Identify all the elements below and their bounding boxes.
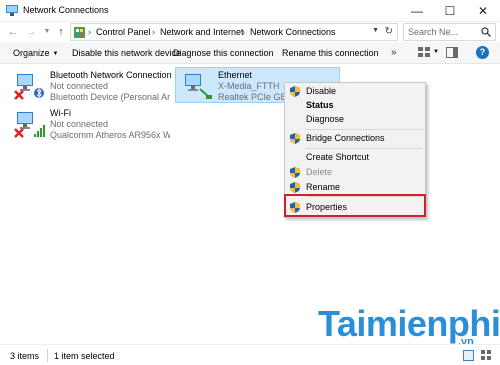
more-commands-button[interactable]: » — [391, 47, 397, 58]
ethernet-network-icon — [185, 74, 212, 99]
search-input[interactable]: Search Ne... — [403, 23, 496, 41]
connection-name: Ethernet — [218, 70, 253, 80]
control-panel-icon — [74, 27, 85, 38]
connection-name: Bluetooth Network Connection — [50, 70, 172, 80]
uac-shield-icon — [290, 167, 300, 178]
organize-label: Organize — [13, 48, 50, 58]
search-icon — [481, 27, 491, 37]
connection-item-bluetooth[interactable]: Bluetooth Network Connection Not connect… — [8, 68, 173, 104]
preview-pane-icon[interactable] — [446, 47, 458, 58]
help-icon[interactable]: ? — [476, 46, 489, 59]
search-placeholder: Search Ne... — [408, 27, 459, 37]
menu-item-rename[interactable]: Rename — [285, 180, 425, 195]
chevron-down-icon: ▼ — [52, 51, 59, 57]
breadcrumb-control-panel[interactable]: Control Panel — [96, 27, 151, 37]
breadcrumb-separator: › — [88, 27, 91, 37]
connection-name: Wi-Fi — [50, 108, 71, 118]
breadcrumb-network-connections[interactable]: Network Connections — [250, 27, 336, 37]
recent-locations-chevron-icon[interactable]: ▼ — [40, 25, 54, 39]
menu-item-disable[interactable]: Disable — [285, 84, 425, 99]
change-view-icon[interactable] — [418, 47, 430, 58]
connection-device: Bluetooth Device (Personal Area ... — [50, 92, 170, 102]
uac-shield-icon — [290, 182, 300, 193]
forward-arrow-icon[interactable]: → — [24, 25, 38, 39]
menu-item-label: Delete — [306, 167, 333, 177]
large-icons-view-icon[interactable] — [481, 350, 492, 361]
wifi-network-icon — [14, 112, 45, 138]
menu-item-label: Rename — [306, 182, 341, 192]
breadcrumb-network-and-internet[interactable]: Network and Internet — [160, 27, 244, 37]
rename-connection-button[interactable]: Rename this connection — [282, 48, 379, 58]
menu-item-status[interactable]: Status — [285, 98, 425, 113]
up-arrow-icon[interactable]: ↑ — [54, 25, 68, 39]
command-bar: Organize ▼ Disable this network device Di… — [0, 42, 500, 64]
diagnose-connection-button[interactable]: Diagnose this connection — [173, 48, 274, 58]
status-bar: 3 items 1 item selected — [0, 344, 500, 365]
bluetooth-network-icon — [14, 74, 44, 100]
menu-item-create-shortcut[interactable]: Create Shortcut — [285, 150, 425, 165]
address-dropdown-icon[interactable]: ▼ — [372, 27, 379, 34]
menu-item-label: Status — [306, 100, 334, 110]
item-count: 3 items — [10, 351, 40, 361]
menu-item-label: Bridge Connections — [306, 133, 385, 143]
menu-item-label: Disable — [306, 86, 337, 96]
window-title: Network Connections — [23, 5, 109, 15]
connection-status: X-Media_FTTH — [218, 81, 280, 91]
connection-device: Qualcomm Atheros AR956x Wirel... — [50, 130, 170, 140]
connection-item-wifi[interactable]: Wi-Fi Not connected Qualcomm Atheros AR9… — [8, 106, 173, 142]
menu-separator — [305, 148, 423, 149]
properties-highlight-box — [284, 194, 426, 217]
uac-shield-icon — [290, 133, 300, 144]
breadcrumb[interactable]: › Control Panel › Network and Internet ›… — [70, 23, 398, 41]
view-options-chevron-icon[interactable]: ▼ — [433, 49, 439, 55]
title-bar: Network Connections — ☐ ✕ — [0, 0, 500, 22]
breadcrumb-separator: › — [242, 27, 245, 37]
minimize-button[interactable]: — — [400, 0, 434, 22]
menu-item-diagnose[interactable]: Diagnose — [285, 112, 425, 127]
connection-status: Not connected — [50, 81, 109, 91]
status-divider — [47, 349, 48, 362]
menu-item-label: Diagnose — [306, 114, 345, 124]
close-button[interactable]: ✕ — [466, 0, 500, 22]
address-bar: ← → ▼ ↑ › Control Panel › Network and In… — [0, 22, 500, 42]
uac-shield-icon — [290, 86, 300, 97]
menu-item-bridge-connections[interactable]: Bridge Connections — [285, 131, 425, 146]
refresh-icon[interactable]: ↻ — [385, 26, 393, 37]
network-connections-app-icon — [6, 5, 18, 16]
maximize-button[interactable]: ☐ — [433, 0, 467, 22]
menu-item-delete[interactable]: Delete — [285, 165, 425, 180]
menu-item-label: Create Shortcut — [306, 152, 370, 162]
menu-separator — [305, 129, 423, 130]
organize-button[interactable]: Organize ▼ — [13, 48, 58, 58]
details-view-icon[interactable] — [463, 350, 474, 361]
back-arrow-icon[interactable]: ← — [6, 25, 20, 39]
disable-device-button[interactable]: Disable this network device — [72, 48, 181, 58]
connection-status: Not connected — [50, 119, 109, 129]
breadcrumb-separator: › — [152, 27, 155, 37]
selection-count: 1 item selected — [54, 351, 115, 361]
